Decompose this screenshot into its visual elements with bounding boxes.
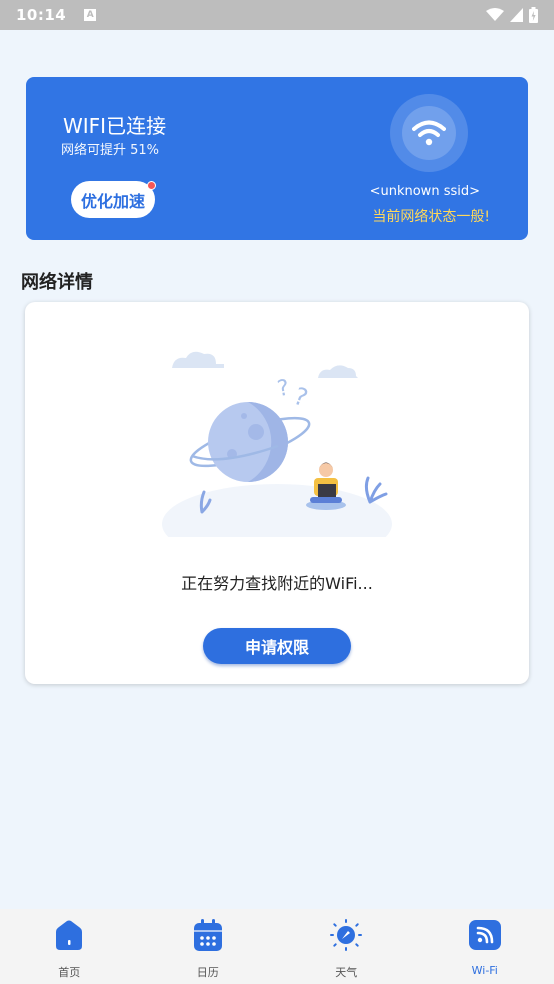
notification-a-icon: A <box>84 9 97 21</box>
network-details-card: ? ? 正在努力查找附近的WiFi... 申请权限 <box>25 302 529 684</box>
calendar-icon <box>191 918 225 952</box>
status-time: 10:14 <box>16 6 67 24</box>
nav-label-calendar: 日历 <box>196 966 219 979</box>
wifi-badge <box>390 94 468 172</box>
svg-text:?: ? <box>290 382 312 413</box>
network-status-text: 当前网络状态一般! <box>372 209 490 225</box>
section-title: 网络详情 <box>21 272 93 293</box>
wifi-icon <box>412 120 446 146</box>
wifi-improve-subtitle: 网络可提升 51% <box>61 143 160 158</box>
wifi-signal-icon <box>486 8 504 21</box>
svg-text:?: ? <box>275 376 291 403</box>
status-icons <box>486 7 538 23</box>
weather-icon <box>329 918 363 952</box>
battery-icon <box>529 7 538 23</box>
nav-item-wifi[interactable]: Wi-Fi <box>416 909 554 984</box>
searching-illustration: ? ? <box>162 351 392 537</box>
notification-dot <box>147 181 156 190</box>
wifi-connected-title: WIFI已连接 <box>63 114 167 138</box>
request-permission-button[interactable]: 申请权限 <box>203 628 351 664</box>
searching-text: 正在努力查找附近的WiFi... <box>181 574 373 593</box>
bottom-nav: 首页 日历 天气 Wi-Fi <box>0 909 554 984</box>
status-bar: 10:14 A <box>0 0 554 30</box>
wifi-status-card: WIFI已连接 网络可提升 51% 优化加速 <unknown ssid> 当前… <box>26 77 528 240</box>
wifi-tab-icon <box>468 918 502 952</box>
optimize-button[interactable]: 优化加速 <box>71 181 155 218</box>
nav-item-home[interactable]: 首页 <box>0 909 139 984</box>
cell-signal-icon <box>510 8 523 22</box>
nav-label-weather: 天气 <box>335 966 358 979</box>
nav-item-calendar[interactable]: 日历 <box>139 909 278 984</box>
home-icon <box>52 918 86 952</box>
nav-label-wifi: Wi-Fi <box>471 964 498 977</box>
nav-label-home: 首页 <box>58 966 81 979</box>
ssid-text: <unknown ssid> <box>369 184 480 199</box>
nav-item-weather[interactable]: 天气 <box>277 909 416 984</box>
